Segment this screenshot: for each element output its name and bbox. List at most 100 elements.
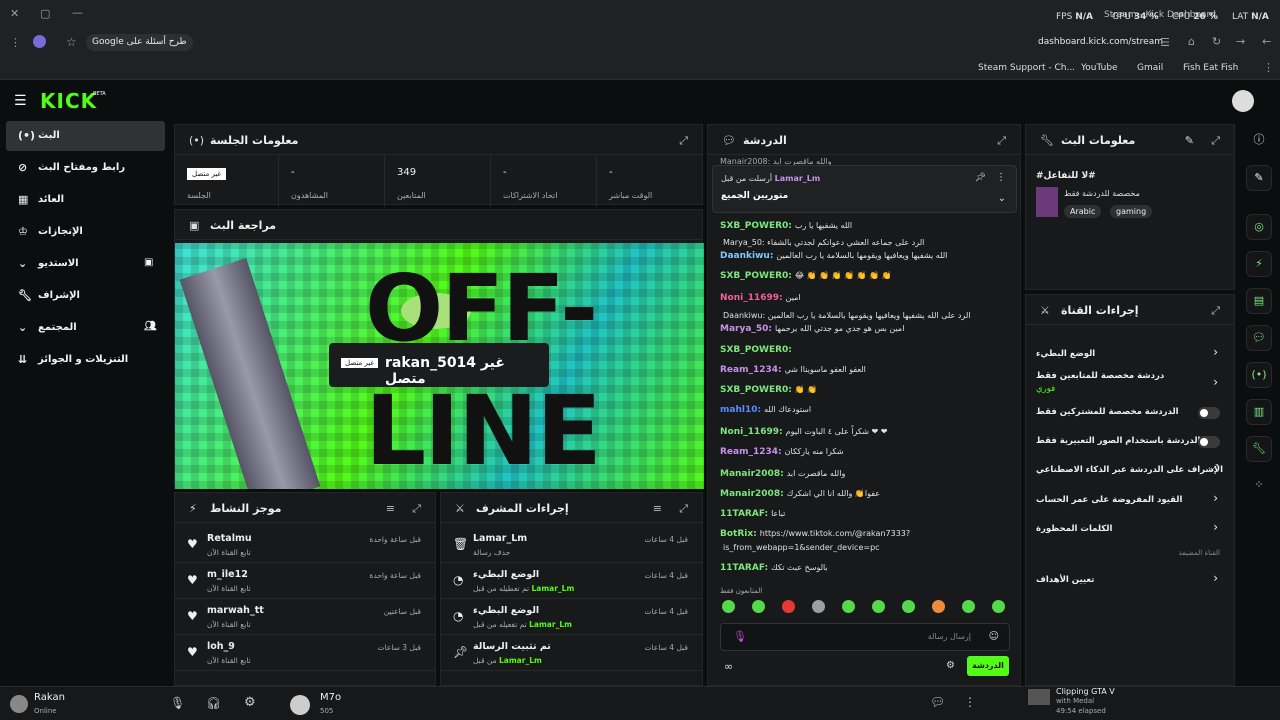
bookmark-3[interactable]: Gmail (1137, 63, 1163, 73)
emote-1-icon[interactable] (722, 600, 735, 613)
mic-icon[interactable]: 🎙︎ (733, 630, 747, 643)
activity-feed-panel: ⚡︎ موجز النشاط ⤢ ≡ ♥ Retalmu تابع القناة ا… (174, 492, 436, 686)
chat-message: Manair2008: والله ماقصرت ابد (720, 469, 845, 479)
kick-logo[interactable]: KICK (40, 89, 97, 113)
expand-icon[interactable]: ⤢ (1211, 134, 1220, 148)
emote-8-icon[interactable] (932, 600, 945, 613)
expand-icon[interactable]: ⤢ (679, 134, 688, 148)
fps-label: FPS N/A (1056, 12, 1093, 22)
home-icon[interactable]: ⌂ (1188, 36, 1195, 47)
broadcast-icon[interactable]: (•) (1246, 362, 1272, 388)
profile-avatar[interactable] (33, 35, 46, 48)
emote-10-icon[interactable] (992, 600, 1005, 613)
minimize-icon[interactable]: ✕ (10, 8, 19, 19)
bookmark-2[interactable]: YouTube (1081, 63, 1118, 73)
settings-icon[interactable]: ⚙ (946, 660, 955, 671)
back-icon[interactable]: ← (1262, 36, 1271, 47)
address-url[interactable]: dashboard.kick.com/stream (1038, 37, 1163, 47)
sidebar-item-live[interactable]: (•) البث (6, 121, 165, 151)
expand-icon[interactable]: ⤢ (412, 502, 421, 516)
chat-username[interactable]: mahl10: (720, 405, 761, 415)
expand-icon[interactable]: ⤢ (997, 134, 1006, 148)
wrench-icon[interactable]: 🔧︎ (1246, 436, 1272, 462)
chat-username[interactable]: Ream_1234: (720, 447, 782, 457)
emotes-only-toggle[interactable] (1198, 436, 1220, 448)
emote-3-icon[interactable] (782, 600, 795, 613)
pinned-message[interactable]: أرسلت من قبل Lamar_Lm متوريين الجميع 📌︎ … (712, 165, 1017, 213)
pin-icon[interactable]: 📌︎ (975, 173, 986, 183)
menu-dots-icon[interactable]: ⋮ (10, 37, 21, 48)
bookmarks-more-icon[interactable]: ⋮ (1263, 62, 1274, 73)
apps-icon[interactable]: ⁘ (1246, 473, 1272, 499)
chat-username[interactable]: SXB_POWER0: (720, 221, 792, 231)
sidebar-item-revenue[interactable]: ▦ العائد (6, 185, 165, 215)
chat-username[interactable]: Noni_11699: (720, 293, 783, 303)
friend-avatar[interactable] (290, 695, 310, 715)
chat-username[interactable]: Noni_11699: (720, 427, 783, 437)
emote-4-icon[interactable] (812, 600, 825, 613)
infinity-icon[interactable]: ∞ (724, 660, 733, 673)
layers-icon[interactable]: ▥ (1246, 399, 1272, 425)
mic-icon[interactable]: 🎙︎ (170, 696, 185, 710)
emote-9-icon[interactable] (962, 600, 975, 613)
chat-icon[interactable]: 💬︎ (1246, 325, 1272, 351)
settings-icon[interactable]: ⚙ (244, 695, 256, 710)
star-icon[interactable]: ☆ (66, 36, 77, 48)
chat-username[interactable]: 11TARAF: (720, 509, 768, 519)
user-avatar[interactable] (1232, 90, 1254, 112)
chat-username[interactable]: Manair2008: (720, 469, 784, 479)
bookmark-4[interactable]: Fish Eat Fish (1183, 63, 1238, 73)
chat-username[interactable]: SXB_POWER0: (720, 271, 792, 281)
emoji-icon[interactable]: ☺ (989, 631, 999, 642)
more-icon[interactable]: ⋮ (996, 172, 1006, 183)
emote-5-icon[interactable] (842, 600, 855, 613)
chat-username[interactable]: Ream_1234: (720, 365, 782, 375)
chat-username[interactable]: SXB_POWER0: (720, 385, 792, 395)
subscribers-only-toggle[interactable] (1198, 407, 1220, 419)
send-chat-button[interactable]: الدردشة (967, 656, 1009, 676)
pencil-icon[interactable]: ✎ (1246, 165, 1272, 191)
bolt-icon[interactable]: ⚡︎ (1246, 251, 1272, 277)
mod-row: ◔ الوضع البطيء تم تفعيله من قبل Lamar_Lm قب… (441, 599, 702, 635)
chat-username[interactable]: Daankiwu: (720, 251, 773, 261)
chat-bubble-icon[interactable]: 💬︎ (930, 695, 945, 709)
info-icon[interactable]: ⓘ (1246, 128, 1272, 154)
chat-username[interactable]: 11TARAF: (720, 563, 768, 573)
sidebar-item-achievements[interactable]: ♔ الإنجازات (6, 217, 165, 247)
tune-icon[interactable]: ☰ (1160, 37, 1170, 48)
more-icon[interactable]: ⋮ (964, 695, 976, 709)
minimize-window-icon[interactable]: — (72, 7, 83, 18)
document-icon[interactable]: ▤ (1246, 288, 1272, 314)
sidebar-item-downloads[interactable]: ⇊ التنزيلات و الجوائز (6, 345, 165, 375)
filter-icon[interactable]: ≡ (653, 502, 662, 515)
chat-username[interactable]: SXB_POWER0: (720, 345, 792, 355)
sidebar-item-community[interactable]: ⌄ المجتمع 👥︎ (6, 313, 165, 343)
edit-icon[interactable]: ✎ (1185, 134, 1194, 147)
tag-arabic[interactable]: Arabic (1064, 205, 1102, 218)
emote-2-icon[interactable] (752, 600, 765, 613)
user-avatar[interactable] (10, 695, 28, 713)
expand-icon[interactable]: ⤢ (1211, 304, 1220, 318)
reload-icon[interactable]: ↻ (1212, 36, 1221, 47)
bookmark-1[interactable]: Steam Support - Ch... (978, 63, 1075, 73)
google-search-pill[interactable]: Google طرح أسئلة على (86, 34, 193, 51)
capture-icon[interactable]: ◎ (1246, 214, 1272, 240)
emote-7-icon[interactable] (902, 600, 915, 613)
sidebar-item-stream-key[interactable]: ⊘ رابط ومفتاح البث (6, 153, 165, 183)
stream-preview-title: مراجعة البث (210, 219, 277, 232)
chat-username[interactable]: BotRix: (720, 529, 757, 539)
forward-icon[interactable]: → (1236, 36, 1245, 47)
sidebar-item-moderation[interactable]: 🔧︎ الإشراف (6, 281, 165, 311)
chat-input[interactable]: إرسال رسالة ☺ 🎙︎ (720, 623, 1010, 651)
sidebar-item-studio[interactable]: ⌄ الاستديو ▣ (6, 249, 165, 279)
tag-gaming[interactable]: gaming (1110, 205, 1153, 218)
expand-icon[interactable]: ⤢ (679, 502, 688, 516)
headset-icon[interactable]: 🎧︎ (206, 696, 221, 710)
emote-6-icon[interactable] (872, 600, 885, 613)
restore-icon[interactable]: ▢ (40, 8, 50, 19)
chat-username[interactable]: Manair2008: (720, 489, 784, 499)
hamburger-icon[interactable]: ☰ (14, 93, 27, 109)
filter-icon[interactable]: ≡ (386, 502, 395, 515)
chevron-down-icon[interactable]: ⌄ (998, 193, 1006, 204)
chat-username[interactable]: Marya_50: (720, 324, 772, 334)
